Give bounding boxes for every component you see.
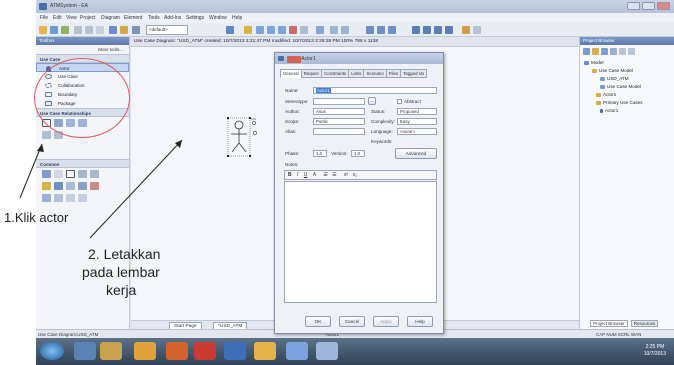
- annotation-step-2-line1: 2. Letakkan: [88, 246, 161, 262]
- annotation-step-2-line3: kerja: [106, 282, 137, 298]
- annotation-arrows: [19, 139, 183, 239]
- arrow-to-canvas: [89, 139, 183, 239]
- arrow-head: [37, 144, 44, 152]
- annotation-step-2-line2: pada lembar: [82, 264, 160, 280]
- annotation-step-1: 1.Klik actor: [4, 210, 69, 225]
- arrow-to-actor: [19, 143, 43, 199]
